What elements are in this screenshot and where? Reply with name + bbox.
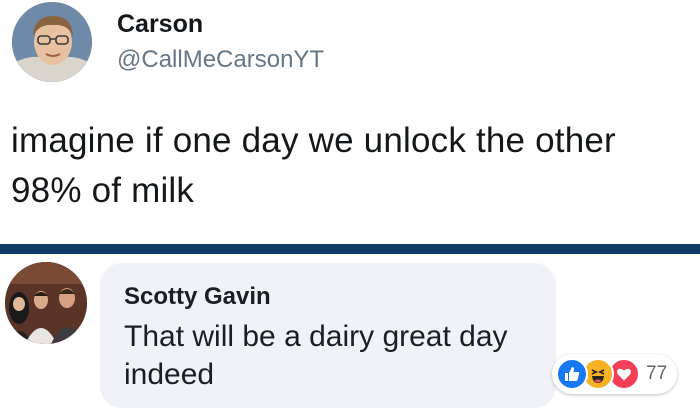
tweet-card: Carson @CallMeCarsonYT imagine if one da… (0, 0, 700, 244)
comment-bubble: Scotty Gavin That will be a dairy great … (100, 263, 556, 408)
facebook-comment: Scotty Gavin That will be a dairy great … (0, 254, 700, 412)
tweet-avatar[interactable] (12, 2, 92, 82)
comment-author-name[interactable]: Scotty Gavin (124, 283, 271, 311)
reactions-summary[interactable]: 77 (552, 354, 678, 394)
tweet-text: imagine if one day we unlock the other 9… (11, 121, 616, 210)
tweet-author-handle[interactable]: @CallMeCarsonYT (117, 46, 324, 74)
tweet-author-name[interactable]: Carson (117, 10, 203, 39)
comment-avatar[interactable] (5, 262, 87, 344)
reaction-count: 77 (646, 363, 668, 384)
group-profile-photo-icon (5, 262, 87, 344)
section-divider (0, 244, 700, 254)
comment-text: That will be a dairy great day indeed (124, 320, 508, 391)
profile-photo-icon (12, 2, 92, 82)
like-icon (556, 358, 588, 390)
